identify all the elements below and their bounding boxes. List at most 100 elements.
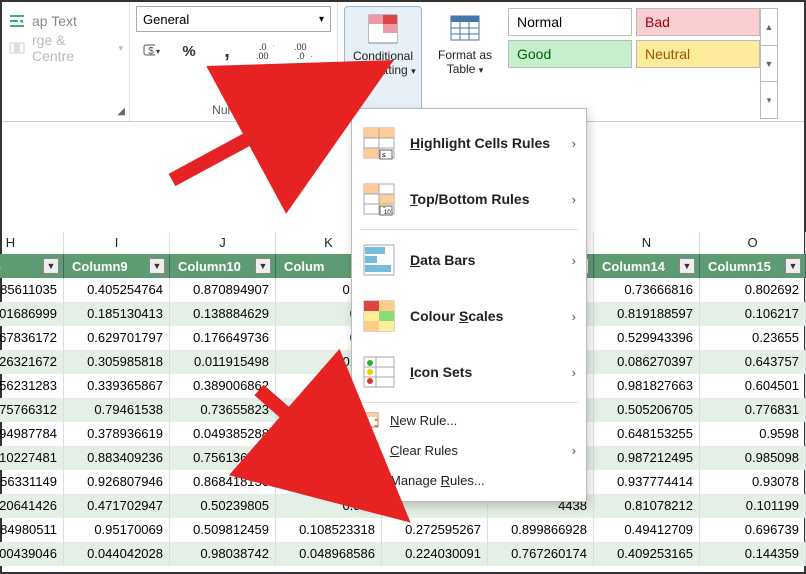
table-cell[interactable]: 84980511: [0, 518, 64, 542]
menu-new-rule[interactable]: New Rule...: [352, 405, 586, 435]
table-cell[interactable]: 56231283: [0, 374, 64, 398]
filter-dropdown-icon[interactable]: ▼: [149, 258, 165, 274]
style-scroll-up[interactable]: ▲: [761, 9, 777, 46]
table-cell[interactable]: 0.144359: [700, 542, 806, 566]
conditional-formatting-button[interactable]: ConditionalFormatting ▾: [344, 6, 422, 119]
menu-icon-sets[interactable]: Icon Sets ›: [352, 344, 586, 400]
menu-manage-rules[interactable]: Manage Rules...: [352, 465, 586, 495]
table-cell[interactable]: 67836172: [0, 326, 64, 350]
style-bad[interactable]: Bad: [636, 8, 760, 36]
table-cell[interactable]: 75766312: [0, 398, 64, 422]
column-header[interactable]: N: [594, 232, 700, 254]
table-cell[interactable]: 0.101199: [700, 494, 806, 518]
table-cell[interactable]: 0.985098: [700, 446, 806, 470]
accounting-format-button[interactable]: $ ▾: [136, 38, 166, 64]
decrease-decimal-button[interactable]: .00.0: [288, 38, 318, 64]
style-scroll-down[interactable]: ▼: [761, 46, 777, 83]
table-cell[interactable]: 10227481: [0, 446, 64, 470]
table-cell[interactable]: 0.696739: [700, 518, 806, 542]
wrap-text-button[interactable]: ap Text: [8, 12, 123, 30]
merge-centre-button[interactable]: rge & Centre ▾: [8, 32, 123, 64]
table-cell[interactable]: 0.9598: [700, 422, 806, 446]
column-header[interactable]: O: [700, 232, 806, 254]
alignment-dialog-launcher[interactable]: ◢: [117, 106, 125, 117]
table-cell[interactable]: 0.802692: [700, 278, 806, 302]
table-cell[interactable]: 0.868418136: [170, 470, 276, 494]
table-header-cell[interactable]: umn8▼: [0, 254, 64, 278]
table-cell[interactable]: 0.389006862: [170, 374, 276, 398]
table-cell[interactable]: 0.108523318: [276, 518, 382, 542]
style-good[interactable]: Good: [508, 40, 632, 68]
percent-button[interactable]: %: [174, 38, 204, 64]
table-cell[interactable]: 0.648153255: [594, 422, 700, 446]
table-cell[interactable]: 0.086270397: [594, 350, 700, 374]
increase-decimal-button[interactable]: .0.00: [250, 38, 280, 64]
table-cell[interactable]: 0.339365867: [64, 374, 170, 398]
table-cell[interactable]: 0.756136164: [170, 446, 276, 470]
table-cell[interactable]: 0.899866928: [488, 518, 594, 542]
table-cell[interactable]: 0.505206705: [594, 398, 700, 422]
table-cell[interactable]: 0.629701797: [64, 326, 170, 350]
table-cell[interactable]: 85611035: [0, 278, 64, 302]
table-cell[interactable]: 0.011915498: [170, 350, 276, 374]
table-cell[interactable]: 0.471702947: [64, 494, 170, 518]
table-cell[interactable]: 0.883409236: [64, 446, 170, 470]
table-cell[interactable]: 56331149: [0, 470, 64, 494]
table-cell[interactable]: 0.305985818: [64, 350, 170, 374]
table-header-cell[interactable]: Column15▼: [700, 254, 806, 278]
table-cell[interactable]: 0.23655: [700, 326, 806, 350]
table-cell[interactable]: 0.176649736: [170, 326, 276, 350]
table-cell[interactable]: 0.048968586: [276, 542, 382, 566]
menu-clear-rules[interactable]: Clear Rules ›: [352, 435, 586, 465]
menu-colour-scales[interactable]: Colour Scales ›: [352, 288, 586, 344]
menu-data-bars[interactable]: Data Bars ›: [352, 232, 586, 288]
table-cell[interactable]: 0.98038742: [170, 542, 276, 566]
table-cell[interactable]: 0.926807946: [64, 470, 170, 494]
table-cell[interactable]: 01686999: [0, 302, 64, 326]
table-cell[interactable]: 0.509812459: [170, 518, 276, 542]
filter-dropdown-icon[interactable]: ▼: [679, 258, 695, 274]
table-cell[interactable]: 0.044042028: [64, 542, 170, 566]
table-cell[interactable]: 0.93078: [700, 470, 806, 494]
table-cell[interactable]: 0.776831: [700, 398, 806, 422]
table-cell[interactable]: 0.81078212: [594, 494, 700, 518]
filter-dropdown-icon[interactable]: ▼: [785, 258, 801, 274]
menu-highlight-cells-rules[interactable]: ≤ Highlight Cells Rules ›: [352, 115, 586, 171]
table-cell[interactable]: 0.224030091: [382, 542, 488, 566]
column-header[interactable]: H: [0, 232, 64, 254]
table-cell[interactable]: 0.981827663: [594, 374, 700, 398]
table-header-cell[interactable]: Column10▼: [170, 254, 276, 278]
column-header[interactable]: J: [170, 232, 276, 254]
filter-dropdown-icon[interactable]: ▼: [43, 258, 59, 274]
table-cell[interactable]: 20641426: [0, 494, 64, 518]
filter-dropdown-icon[interactable]: ▼: [255, 258, 271, 274]
table-cell[interactable]: 00439046: [0, 542, 64, 566]
table-cell[interactable]: 0.49412709: [594, 518, 700, 542]
table-cell[interactable]: 0.529943396: [594, 326, 700, 350]
table-cell[interactable]: 26321672: [0, 350, 64, 374]
table-cell[interactable]: 0.937774414: [594, 470, 700, 494]
table-cell[interactable]: 0.049385288: [170, 422, 276, 446]
table-cell[interactable]: 0.767260174: [488, 542, 594, 566]
table-cell[interactable]: 0.185130413: [64, 302, 170, 326]
format-as-table-button[interactable]: Format asTable ▾: [426, 6, 504, 119]
table-cell[interactable]: 0.409253165: [594, 542, 700, 566]
table-cell[interactable]: 0.79461538: [64, 398, 170, 422]
number-format-select[interactable]: General ▾: [136, 6, 331, 32]
table-cell[interactable]: 0.378936619: [64, 422, 170, 446]
table-cell[interactable]: 0.50239805: [170, 494, 276, 518]
menu-top-bottom-rules[interactable]: 10 Top/Bottom Rules ›: [352, 171, 586, 227]
table-cell[interactable]: 0.987212495: [594, 446, 700, 470]
style-scroll-more[interactable]: ▾: [761, 82, 777, 118]
table-cell[interactable]: 0.870894907: [170, 278, 276, 302]
table-header-cell[interactable]: Column14▼: [594, 254, 700, 278]
style-neutral[interactable]: Neutral: [636, 40, 760, 68]
table-cell[interactable]: 0.138884629: [170, 302, 276, 326]
table-cell[interactable]: 0.73666816: [594, 278, 700, 302]
table-cell[interactable]: 0.95170069: [64, 518, 170, 542]
number-dialog-launcher[interactable]: ◢: [325, 106, 333, 117]
table-cell[interactable]: 0.405254764: [64, 278, 170, 302]
column-header[interactable]: I: [64, 232, 170, 254]
comma-button[interactable]: ,: [212, 38, 242, 64]
table-cell[interactable]: 0.106217: [700, 302, 806, 326]
